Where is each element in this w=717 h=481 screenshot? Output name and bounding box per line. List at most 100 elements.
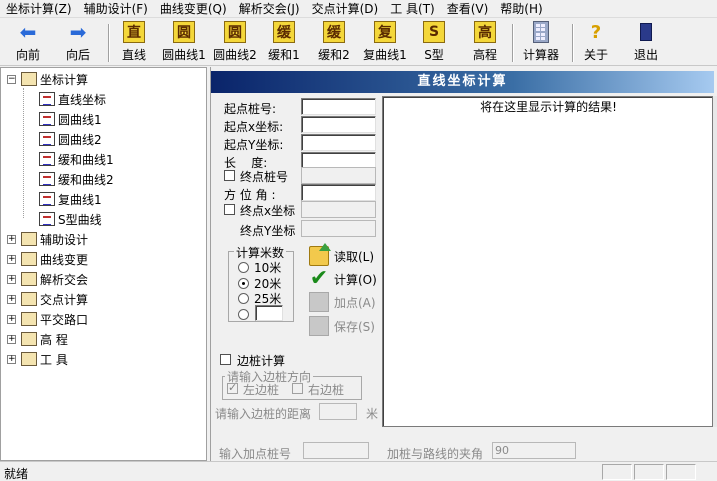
back-button[interactable]: ⬅ 向前 (10, 21, 46, 63)
forward-arrow-icon: ➡ (69, 20, 87, 44)
meters-custom-radio[interactable] (238, 309, 249, 320)
start-station-input[interactable] (301, 98, 376, 115)
folder-icon (21, 352, 37, 366)
folder-icon (21, 72, 37, 86)
navigation-tree[interactable]: − 坐标计算 直线坐标 圆曲线1 圆曲线2 缓和曲线1 缓和曲线2 复曲线1 S… (0, 67, 207, 461)
toolbar-separator (572, 24, 574, 62)
angle-label: 加桩与路线的夹角 (387, 447, 484, 461)
tree-item-circle-curve1[interactable]: 圆曲线1 (39, 109, 102, 129)
tree-item-point-calc[interactable]: + 交点计算 (7, 289, 88, 309)
tree-label: 圆曲线1 (58, 112, 102, 127)
read-button[interactable]: 读取(L) (309, 243, 374, 266)
calculator-button[interactable]: 计算器 (520, 21, 562, 63)
tree-item-line-coordinate[interactable]: 直线坐标 (39, 89, 106, 109)
tree-item-curve-change[interactable]: + 曲线变更 (7, 249, 88, 269)
s-curve-glyph-icon: S (423, 21, 445, 43)
left-stake-checkbox[interactable] (227, 381, 238, 394)
status-pane (602, 464, 632, 480)
menu-tools[interactable]: 工 具(T) (384, 0, 441, 18)
result-scrollbar[interactable] (713, 96, 717, 427)
end-y-input[interactable] (301, 220, 376, 237)
tree-item-aux-design[interactable]: + 辅助设计 (7, 229, 88, 249)
tree-item-coordinate-calc[interactable]: − 坐标计算 (7, 69, 88, 89)
document-icon (39, 152, 55, 166)
transition1-button[interactable]: 缓 缓和1 (264, 21, 304, 63)
end-x-input[interactable] (301, 201, 376, 218)
calculate-button[interactable]: ✔ 计算(O) (309, 268, 377, 290)
meters-10-label: 10米 (254, 261, 282, 275)
toolbar: ⬅ 向前 ➡ 向后 直 直线 圆 圆曲线1 圆 圆曲线2 缓 缓和1 缓 缓和2… (0, 18, 717, 66)
tree-item-elevation[interactable]: + 高 程 (7, 329, 68, 349)
end-y-label: 终点Y坐标 (240, 224, 296, 238)
circle-curve1-label: 圆曲线1 (162, 48, 206, 62)
menu-coordinate-calc[interactable]: 坐标计算(Z) (0, 0, 78, 18)
back-label: 向前 (15, 48, 40, 62)
meters-10-radio[interactable] (238, 262, 249, 273)
angle-input[interactable]: 90 (492, 442, 576, 459)
circle-curve1-button[interactable]: 圆 圆曲线1 (159, 21, 209, 63)
add-point-station-input[interactable] (303, 442, 369, 459)
tree-label: 缓和曲线1 (58, 152, 114, 167)
meters-20-radio[interactable] (238, 278, 249, 289)
expand-toggle[interactable]: + (7, 274, 16, 284)
expand-toggle[interactable]: + (7, 354, 16, 364)
transition1-glyph-icon: 缓 (273, 21, 295, 43)
expand-toggle[interactable]: + (7, 334, 16, 344)
menu-help[interactable]: 帮助(H) (494, 0, 548, 18)
s-curve-button[interactable]: S S型 (418, 21, 450, 63)
calculator-label: 计算器 (522, 48, 559, 62)
about-icon: ? (590, 21, 602, 43)
side-stake-checkbox[interactable] (220, 354, 231, 365)
add-point-button[interactable]: 加点(A) (309, 292, 376, 312)
add-point-station-label: 输入加点桩号 (219, 447, 292, 461)
menu-curve-change[interactable]: 曲线变更(Q) (154, 0, 233, 18)
tree-item-s-curve[interactable]: S型曲线 (39, 209, 102, 229)
start-x-input[interactable] (301, 116, 376, 133)
tree-label: 坐标计算 (40, 72, 89, 87)
tree-item-transition-curve1[interactable]: 缓和曲线1 (39, 149, 114, 169)
menu-view[interactable]: 查看(V) (441, 0, 495, 18)
expand-toggle[interactable]: + (7, 294, 16, 304)
tree-item-transition-curve2[interactable]: 缓和曲线2 (39, 169, 114, 189)
tree-item-compound-curve1[interactable]: 复曲线1 (39, 189, 102, 209)
collapse-toggle[interactable]: − (7, 74, 16, 84)
side-distance-input[interactable] (319, 403, 357, 420)
tree-item-intersection[interactable]: + 解析交会 (7, 269, 88, 289)
tree-label: 解析交会 (40, 272, 89, 287)
start-y-input[interactable] (301, 134, 376, 151)
expand-toggle[interactable]: + (7, 254, 16, 264)
result-display[interactable]: 将在这里显示计算的结果! (382, 96, 713, 427)
meters-25-radio[interactable] (238, 293, 249, 304)
elevation-button[interactable]: 高 高程 (468, 21, 502, 63)
end-station-input[interactable] (301, 167, 376, 184)
exit-button[interactable]: 退出 (630, 21, 662, 63)
status-pane (634, 464, 664, 480)
compound-curve-button[interactable]: 复 复曲线1 (360, 21, 410, 63)
right-stake-checkbox[interactable] (292, 383, 303, 394)
about-button[interactable]: ? 关于 (580, 21, 612, 63)
menu-point-calc[interactable]: 交点计算(D) (306, 0, 385, 18)
document-icon (39, 192, 55, 206)
end-station-checkbox[interactable] (224, 170, 235, 181)
expand-toggle[interactable]: + (7, 314, 16, 324)
calculator-icon (533, 21, 549, 43)
circle-curve2-label: 圆曲线2 (213, 48, 257, 62)
add-point-label: 加点(A) (334, 295, 376, 310)
end-x-label: 终点x坐标 (240, 204, 296, 218)
transition2-glyph-icon: 缓 (323, 21, 345, 43)
meters-custom-input[interactable] (255, 305, 283, 321)
save-button[interactable]: 保存(S) (309, 316, 375, 336)
menu-intersection[interactable]: 解析交会(J) (233, 0, 306, 18)
tree-item-circle-curve2[interactable]: 圆曲线2 (39, 129, 102, 149)
circle-curve2-button[interactable]: 圆 圆曲线2 (210, 21, 260, 63)
end-x-checkbox[interactable] (224, 204, 235, 215)
forward-button[interactable]: ➡ 向后 (60, 21, 96, 63)
tree-item-junction[interactable]: + 平交路口 (7, 309, 88, 329)
azimuth-input[interactable] (301, 184, 376, 201)
line-button[interactable]: 直 直线 (118, 21, 150, 63)
expand-toggle[interactable]: + (7, 234, 16, 244)
transition2-button[interactable]: 缓 缓和2 (314, 21, 354, 63)
menu-aux-design[interactable]: 辅助设计(F) (78, 0, 154, 18)
tree-item-tools[interactable]: + 工 具 (7, 349, 68, 369)
toolbar-separator (512, 24, 514, 62)
